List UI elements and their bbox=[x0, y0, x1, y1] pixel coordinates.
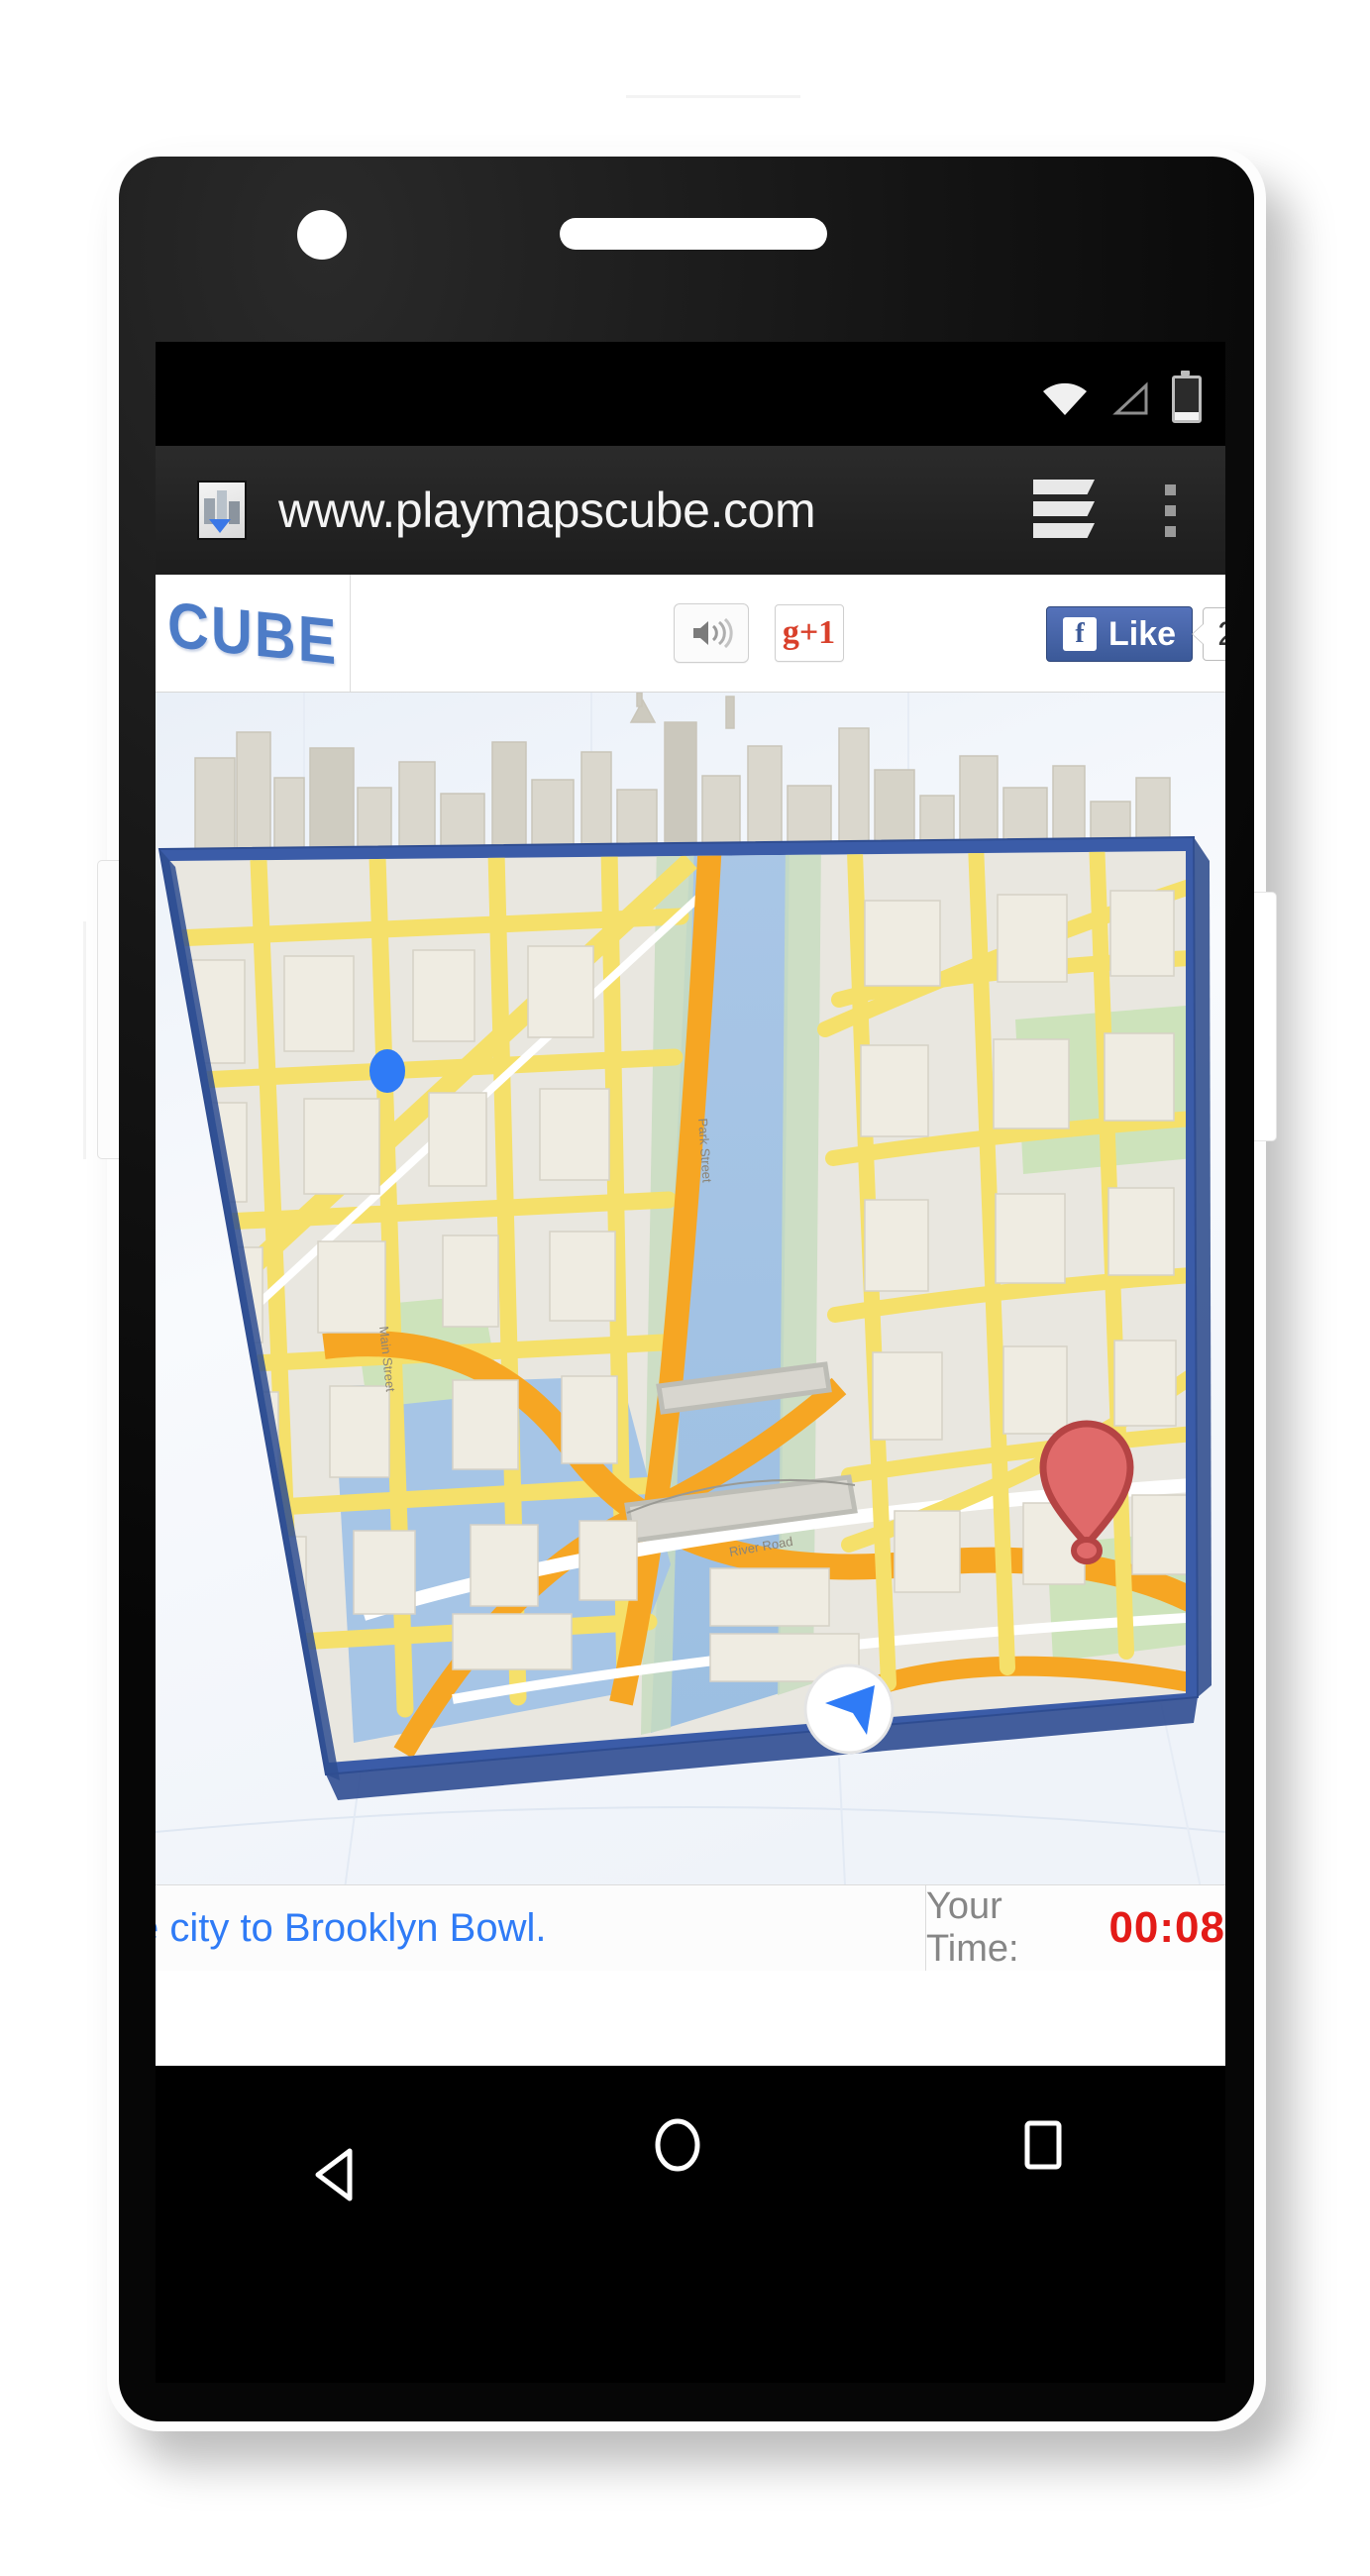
mission-text: gh the city to Brooklyn Bowl. bbox=[156, 1905, 547, 1950]
recents-square-icon[interactable] bbox=[1013, 2115, 1073, 2175]
front-camera-icon bbox=[297, 210, 347, 260]
game-status-bar: gh the city to Brooklyn Bowl. Your Time:… bbox=[156, 1884, 1225, 1971]
google-plus-one-button[interactable]: g+1 bbox=[774, 604, 844, 662]
earpiece-speaker-grille bbox=[560, 218, 827, 250]
sound-toggle-button[interactable] bbox=[673, 603, 749, 663]
volume-rocker-button[interactable] bbox=[97, 860, 120, 1159]
android-status-bar bbox=[156, 342, 1225, 446]
game-viewport[interactable]: Park Street Main Street River Road city … bbox=[156, 693, 1225, 1971]
power-button[interactable] bbox=[1254, 892, 1277, 1141]
facebook-f-icon: f bbox=[1063, 617, 1098, 651]
phone-bottom-chin bbox=[156, 2224, 1225, 2383]
timer-cell: Your Time: 00:08 bbox=[926, 1885, 1225, 1971]
cube-logo[interactable]: CUBE bbox=[167, 587, 338, 679]
tab-stack-icon[interactable] bbox=[1031, 474, 1105, 547]
battery-icon bbox=[1172, 371, 1202, 423]
map-surface: Park Street Main Street River Road bbox=[169, 851, 1186, 1763]
cellular-signal-icon bbox=[1110, 381, 1150, 417]
gplus-label: g+1 bbox=[782, 614, 836, 651]
web-page-content: CUBE g+1 f Like Park Street Main Street … bbox=[156, 575, 1225, 2066]
mission-text-cell: gh the city to Brooklyn Bowl. bbox=[156, 1885, 926, 1971]
site-header: CUBE g+1 f Like bbox=[156, 575, 1225, 693]
url-text[interactable]: www.playmapscube.com bbox=[278, 482, 1031, 539]
home-circle-icon[interactable] bbox=[648, 2115, 707, 2175]
android-nav-bar bbox=[156, 2066, 1225, 2224]
speaker-on-icon bbox=[689, 617, 733, 649]
map-cube-scene[interactable]: Park Street Main Street River Road bbox=[156, 693, 1225, 1971]
status-bar-icons bbox=[1041, 371, 1202, 423]
timer-value: 00:08 bbox=[1108, 1903, 1225, 1952]
logo-cell[interactable]: CUBE bbox=[156, 575, 351, 692]
facebook-like-count: 2 bbox=[1203, 607, 1225, 661]
start-point-dot bbox=[369, 1049, 405, 1093]
wifi-icon bbox=[1041, 381, 1089, 417]
site-favicon-icon bbox=[197, 481, 247, 540]
browser-address-bar[interactable]: www.playmapscube.com bbox=[156, 446, 1225, 575]
background-panel-left bbox=[83, 921, 86, 1159]
background-panel-top bbox=[626, 95, 800, 98]
timer-label: Your Time: bbox=[926, 1885, 1019, 1970]
player-position-marker bbox=[803, 1664, 895, 1755]
social-buttons: f Like 2 bbox=[1046, 606, 1225, 662]
back-triangle-icon[interactable] bbox=[308, 2115, 353, 2201]
facebook-like-button[interactable]: f Like bbox=[1046, 606, 1194, 662]
phone-screen: www.playmapscube.com CUBE g+1 f Like Par… bbox=[156, 342, 1225, 2066]
facebook-like-label: Like bbox=[1108, 614, 1177, 653]
overflow-menu-icon[interactable] bbox=[1152, 483, 1188, 537]
